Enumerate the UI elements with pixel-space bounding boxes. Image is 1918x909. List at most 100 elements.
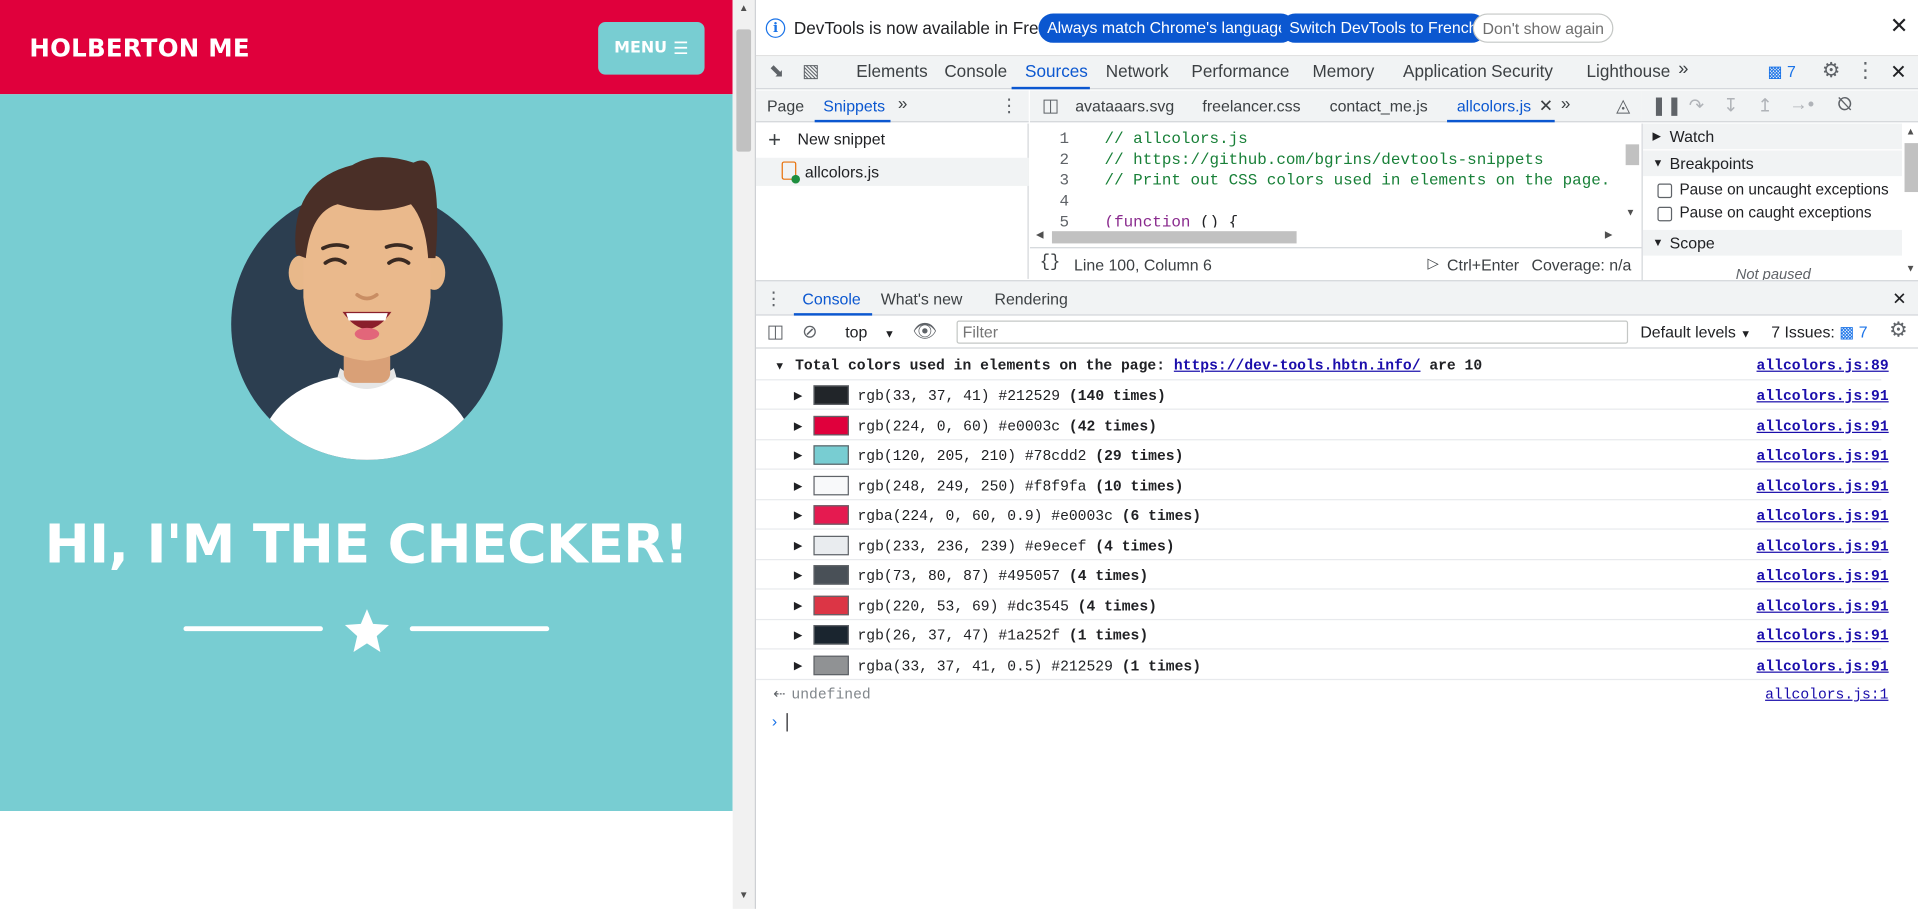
close-tab-icon[interactable]: ✕ (1539, 95, 1553, 116)
step-out-icon[interactable]: ↥ (1754, 94, 1776, 116)
editor-tab-freelancer[interactable]: freelancer.css (1202, 97, 1300, 115)
scroll-up-icon[interactable]: ▲ (1906, 126, 1916, 137)
drawer-menu-icon[interactable]: ⋮ (765, 287, 783, 310)
source-link[interactable]: allcolors.js:91 (1757, 657, 1889, 674)
tab-snippets[interactable]: Snippets (823, 97, 885, 115)
toggle-navigator-icon[interactable]: ◫ (1040, 94, 1062, 116)
editor-hscrollbar[interactable]: ◀ ▶ (1029, 227, 1622, 246)
color-row[interactable]: ▶ rgb(73, 80, 87) #495057 (4 times) allcol… (755, 560, 1889, 590)
console-issues-counter[interactable]: 7 Issues: ▩ 7 (1771, 323, 1867, 343)
plus-icon[interactable]: + (768, 127, 781, 153)
color-row[interactable]: ▶ rgb(120, 205, 210) #78cdd2 (29 times) al… (755, 440, 1889, 470)
close-drawer-icon[interactable]: ✕ (1892, 289, 1906, 310)
context-selector[interactable]: top ▼ (845, 323, 895, 341)
source-link[interactable]: allcolors.js:89 (1757, 357, 1889, 374)
site-brand[interactable]: HOLBERTON ME (29, 33, 249, 62)
editor-vscrollbar[interactable]: ▼ (1621, 123, 1642, 229)
color-row[interactable]: ▶ rgba(224, 0, 60, 0.9) #e0003c (6 times)… (755, 500, 1889, 530)
page-scrollbar[interactable]: ▲ ▼ (732, 0, 755, 909)
more-editor-tabs-icon[interactable]: » (1561, 93, 1571, 113)
switch-to-french-button[interactable]: Switch DevTools to French (1280, 13, 1487, 43)
navigator-menu-icon[interactable]: ⋮ (999, 94, 1019, 116)
drawer-tab-rendering[interactable]: Rendering (994, 290, 1067, 308)
issues-badge[interactable]: ▩ 7 (1768, 62, 1796, 82)
color-row[interactable]: ▶ rgb(33, 37, 41) #212529 (140 times) allc… (755, 380, 1889, 410)
source-link[interactable]: allcolors.js:91 (1757, 628, 1889, 645)
source-link[interactable]: allcolors.js:91 (1757, 448, 1889, 465)
step-over-icon[interactable]: ↷ (1686, 94, 1708, 116)
editor-tab-avataaars[interactable]: avataaars.svg (1075, 97, 1174, 115)
tab-page[interactable]: Page (767, 97, 804, 115)
console-filter-input[interactable] (956, 320, 1629, 344)
pretty-print-icon[interactable]: {} (1040, 253, 1061, 273)
editor-tab-contact-me[interactable]: contact_me.js (1330, 97, 1428, 115)
page-url-link[interactable]: https://dev-tools.hbtn.info/ (1174, 357, 1421, 374)
tab-sources[interactable]: Sources (1025, 61, 1088, 81)
drawer-tab-console[interactable]: Console (802, 290, 860, 308)
snippet-item[interactable]: allcolors.js (755, 157, 1029, 186)
source-link[interactable]: allcolors.js:91 (1757, 598, 1889, 615)
close-devtools-icon[interactable]: ✕ (1886, 60, 1910, 84)
run-shortcut[interactable]: Ctrl+Enter (1447, 256, 1519, 274)
step-icon[interactable]: →• (1788, 94, 1815, 115)
code-editor[interactable]: 1 // allcolors.js 2 // https://github.co… (1029, 123, 1642, 246)
color-row[interactable]: ▶ rgb(220, 53, 69) #dc3545 (4 times) allco… (755, 590, 1889, 620)
color-row[interactable]: ▶ rgb(248, 249, 250) #f8f9fa (10 times) al… (755, 470, 1889, 500)
settings-gear-icon[interactable]: ⚙ (1819, 59, 1843, 83)
new-snippet-button[interactable]: New snippet (798, 130, 886, 148)
source-link[interactable]: allcolors.js:91 (1757, 568, 1889, 585)
scrollbar-thumb[interactable] (736, 29, 752, 152)
close-icon[interactable]: ✕ (1890, 13, 1908, 39)
deactivate-breakpoints-icon[interactable]: ⦰ (1832, 94, 1856, 115)
editor-hscroll-thumb[interactable] (1051, 231, 1297, 244)
color-row[interactable]: ▶ rgb(224, 0, 60) #e0003c (42 times) allco… (755, 410, 1889, 440)
sidebar-scrollbar[interactable]: ▲ ▼ (1902, 123, 1918, 281)
color-row[interactable]: ▶ rgba(33, 37, 41, 0.5) #212529 (1 times)… (755, 650, 1889, 680)
source-link[interactable]: allcolors.js:91 (1757, 418, 1889, 435)
inspect-element-icon[interactable]: ⬊ (765, 60, 789, 82)
run-icon[interactable]: ▷ (1427, 254, 1438, 271)
log-levels-dropdown[interactable]: Default levels ▼ (1640, 323, 1751, 341)
tab-console[interactable]: Console (944, 61, 1007, 81)
scroll-left-icon[interactable]: ◀ (1036, 229, 1044, 240)
console-prompt-input[interactable] (786, 713, 788, 732)
color-row[interactable]: ▶ rgb(26, 37, 47) #1a252f (1 times) allcol… (755, 620, 1889, 650)
step-into-icon[interactable]: ↧ (1720, 94, 1742, 116)
source-link[interactable]: allcolors.js:91 (1757, 508, 1889, 525)
watch-section-header[interactable]: ▶ Watch (1642, 123, 1903, 150)
source-link[interactable]: allcolors.js:91 (1757, 538, 1889, 555)
tab-network[interactable]: Network (1106, 61, 1169, 81)
clear-console-icon[interactable]: ⊘ (800, 320, 820, 343)
tab-elements[interactable]: Elements (856, 61, 927, 81)
pause-uncaught-checkbox[interactable] (1657, 183, 1673, 199)
tab-security[interactable]: Security (1491, 61, 1553, 81)
tab-application[interactable]: Application (1403, 61, 1487, 81)
tab-performance[interactable]: Performance (1191, 61, 1289, 81)
scroll-down-icon[interactable]: ▼ (1906, 263, 1916, 274)
breakpoints-section-header[interactable]: ▼ Breakpoints (1642, 150, 1903, 177)
source-link[interactable]: allcolors.js:1 (1765, 686, 1888, 703)
dont-show-again-button[interactable]: Don't show again (1472, 13, 1614, 43)
more-tabs-icon[interactable]: » (1678, 59, 1688, 80)
device-toolbar-icon[interactable]: ▧ (799, 60, 823, 82)
editor-tab-allcolors[interactable]: allcolors.js (1457, 97, 1531, 115)
tab-memory[interactable]: Memory (1313, 61, 1375, 81)
more-navigator-tabs-icon[interactable]: » (898, 93, 908, 113)
live-expression-eye-icon[interactable]: 👁 (913, 319, 938, 343)
more-options-icon[interactable]: ⋮ (1853, 59, 1877, 83)
scroll-down-icon[interactable]: ▼ (733, 889, 755, 909)
match-language-button[interactable]: Always match Chrome's language (1038, 13, 1296, 43)
source-link[interactable]: allcolors.js:91 (1757, 478, 1889, 495)
menu-button[interactable]: MENU ☰ (598, 22, 705, 75)
scope-section-header[interactable]: ▼ Scope (1642, 229, 1903, 256)
scroll-down-icon[interactable]: ▼ (1626, 207, 1636, 218)
drawer-tab-whats-new[interactable]: What's new (881, 290, 963, 308)
pause-caught-checkbox[interactable] (1657, 206, 1673, 222)
pause-icon[interactable]: ❚❚ (1651, 94, 1682, 116)
color-row[interactable]: ▶ rgb(233, 236, 239) #e9ecef (4 times) all… (755, 530, 1889, 560)
source-link[interactable]: allcolors.js:91 (1757, 388, 1889, 405)
console-settings-gear-icon[interactable]: ⚙ (1886, 318, 1910, 342)
scroll-up-icon[interactable]: ▲ (733, 2, 755, 22)
tab-lighthouse[interactable]: Lighthouse (1587, 61, 1671, 81)
toggle-debugger-icon[interactable]: ◬ (1612, 94, 1634, 116)
